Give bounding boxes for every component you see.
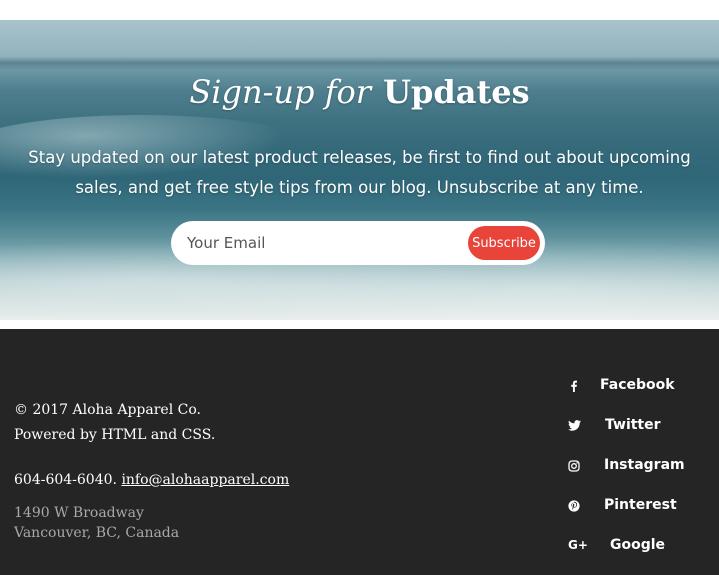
ocean-horizon <box>0 56 719 70</box>
address-line-2: Vancouver, BC, Canada <box>14 525 180 541</box>
email-input[interactable] <box>187 228 467 258</box>
twitter-icon <box>560 416 588 434</box>
signup-title: Sign-up for Updates <box>0 70 719 114</box>
social-label: Pinterest <box>604 497 677 513</box>
social-link-instagram[interactable]: Instagram <box>560 451 710 479</box>
social-link-pinterest[interactable]: Pinterest <box>560 491 710 519</box>
subscribe-button[interactable]: Subscribe <box>468 226 540 260</box>
address: 1490 W Broadway Vancouver, BC, Canada <box>14 503 179 543</box>
instagram-icon <box>560 456 588 474</box>
address-line-1: 1490 W Broadway <box>14 505 144 521</box>
signup-title-italic: Sign-up for <box>189 73 372 111</box>
copyright-text: © 2017 Aloha Apparel Co. <box>14 402 201 418</box>
google-plus-icon: G+ <box>568 538 588 552</box>
pinterest-icon <box>560 496 588 514</box>
phone-number: 604-604-6040. <box>14 472 117 488</box>
social-link-google[interactable]: G+ Google <box>560 531 710 559</box>
email-link[interactable]: info@alohaapparel.com <box>121 472 289 488</box>
signup-description: Stay updated on our latest product relea… <box>28 148 691 197</box>
signup-title-bold: Updates <box>383 73 530 111</box>
facebook-icon <box>560 376 588 394</box>
site-footer: © 2017 Aloha Apparel Co. Powered by HTML… <box>0 329 719 575</box>
social-label: Twitter <box>605 417 661 433</box>
social-label: Facebook <box>600 377 675 393</box>
social-link-twitter[interactable]: Twitter <box>560 411 710 439</box>
contact-line: 604-604-6040. info@alohaapparel.com <box>14 468 289 493</box>
top-spacer <box>0 0 719 20</box>
signup-hero: Sign-up for Updates Stay updated on our l… <box>0 20 719 320</box>
section-divider <box>0 320 719 329</box>
social-label: Instagram <box>604 457 685 473</box>
powered-by-text: Powered by HTML and CSS. <box>14 427 216 443</box>
signup-form: Subscribe <box>171 221 545 265</box>
social-link-facebook[interactable]: Facebook <box>560 371 710 399</box>
social-label: Google <box>610 537 666 553</box>
